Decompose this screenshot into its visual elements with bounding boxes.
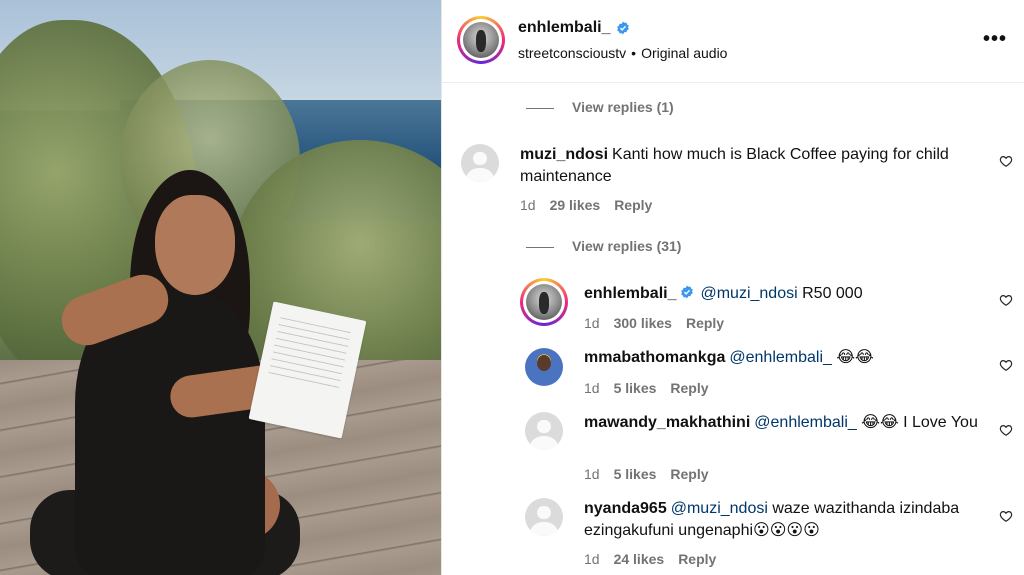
audio-account[interactable]: streetconscioustv bbox=[518, 45, 626, 61]
author-username-row: enhlembali_ bbox=[518, 19, 630, 37]
reply-avatar[interactable] bbox=[520, 278, 568, 326]
reply-body: 😂😂 bbox=[836, 349, 874, 366]
post-media[interactable] bbox=[0, 0, 441, 575]
verified-badge-icon bbox=[681, 285, 694, 299]
view-replies-button[interactable]: View replies (31) bbox=[526, 238, 681, 254]
heart-outline-icon[interactable] bbox=[999, 509, 1013, 523]
reply-button[interactable]: Reply bbox=[686, 315, 724, 331]
reply-body: 😂😂 I Love You bbox=[861, 414, 978, 431]
audio-label[interactable]: Original audio bbox=[641, 45, 727, 61]
view-replies-label: View replies (31) bbox=[572, 238, 682, 254]
reply-time[interactable]: 1d bbox=[584, 315, 600, 331]
reply-meta: 1d 5 likes Reply bbox=[584, 380, 709, 396]
reply-likes[interactable]: 5 likes bbox=[614, 380, 657, 396]
reply-username[interactable]: enhlembali_ bbox=[584, 285, 676, 302]
reply-mention[interactable]: @muzi_ndosi bbox=[671, 500, 768, 517]
comment-meta: 1d 29 likes Reply bbox=[520, 197, 652, 213]
reply-mention[interactable]: @muzi_ndosi bbox=[700, 285, 797, 302]
reply-text: nyanda965 @muzi_ndosi waze wazithanda izi… bbox=[584, 498, 984, 542]
reply-body: R50 000 bbox=[802, 285, 863, 302]
reply-time[interactable]: 1d bbox=[584, 380, 600, 396]
reply-username[interactable]: mawandy_makhathini bbox=[584, 414, 750, 431]
reply-time[interactable]: 1d bbox=[584, 551, 600, 567]
verified-badge-icon bbox=[617, 21, 630, 35]
reply-username[interactable]: nyanda965 bbox=[584, 500, 667, 517]
reply-mention[interactable]: @enhlembali_ bbox=[729, 349, 832, 366]
separator-dot: • bbox=[631, 45, 637, 61]
author-subline: streetconscioustv • Original audio bbox=[518, 45, 727, 61]
reply-button[interactable]: Reply bbox=[670, 380, 708, 396]
reply-button[interactable]: Reply bbox=[670, 466, 708, 482]
reply-likes[interactable]: 300 likes bbox=[614, 315, 672, 331]
reply-likes[interactable]: 24 likes bbox=[614, 551, 665, 567]
heart-outline-icon[interactable] bbox=[999, 423, 1013, 437]
heart-outline-icon[interactable] bbox=[999, 154, 1013, 168]
heart-outline-icon[interactable] bbox=[999, 293, 1013, 307]
author-avatar[interactable] bbox=[457, 16, 505, 64]
reply-button[interactable]: Reply bbox=[614, 197, 652, 213]
reply-meta: 1d 24 likes Reply bbox=[584, 551, 716, 567]
reply-meta: 1d 300 likes Reply bbox=[584, 315, 724, 331]
replies-divider-line bbox=[526, 107, 554, 109]
comment-time[interactable]: 1d bbox=[520, 197, 536, 213]
view-replies-button[interactable]: View replies (1) bbox=[526, 99, 674, 115]
comment-text: muzi_ndosi Kanti how much is Black Coffee… bbox=[520, 144, 990, 188]
reply-text: mawandy_makhathini @enhlembali_ 😂😂 I Love… bbox=[584, 412, 984, 434]
heart-outline-icon[interactable] bbox=[999, 358, 1013, 372]
reply-meta: 1d 5 likes Reply bbox=[584, 466, 709, 482]
author-username[interactable]: enhlembali_ bbox=[518, 19, 610, 37]
more-options-icon[interactable]: ••• bbox=[983, 28, 1007, 51]
reply-likes[interactable]: 5 likes bbox=[614, 466, 657, 482]
reply-username[interactable]: mmabathomankga bbox=[584, 349, 725, 366]
replies-divider-line bbox=[526, 246, 554, 248]
view-replies-label: View replies (1) bbox=[572, 99, 674, 115]
reply-mention[interactable]: @enhlembali_ bbox=[754, 414, 857, 431]
comments-panel: enhlembali_ streetconscioustv • Original a… bbox=[441, 0, 1024, 575]
post-header: enhlembali_ streetconscioustv • Original a… bbox=[442, 0, 1024, 83]
comment-username[interactable]: muzi_ndosi bbox=[520, 146, 608, 163]
reply-time[interactable]: 1d bbox=[584, 466, 600, 482]
reply-avatar[interactable] bbox=[525, 348, 563, 386]
reply-avatar[interactable] bbox=[525, 412, 563, 450]
reply-text: enhlembali_ @muzi_ndosi R50 000 bbox=[584, 283, 984, 305]
reply-button[interactable]: Reply bbox=[678, 551, 716, 567]
comment-likes[interactable]: 29 likes bbox=[550, 197, 601, 213]
reply-text: mmabathomankga @enhlembali_ 😂😂 bbox=[584, 347, 984, 369]
reply-avatar[interactable] bbox=[525, 498, 563, 536]
commenter-avatar[interactable] bbox=[461, 144, 499, 182]
